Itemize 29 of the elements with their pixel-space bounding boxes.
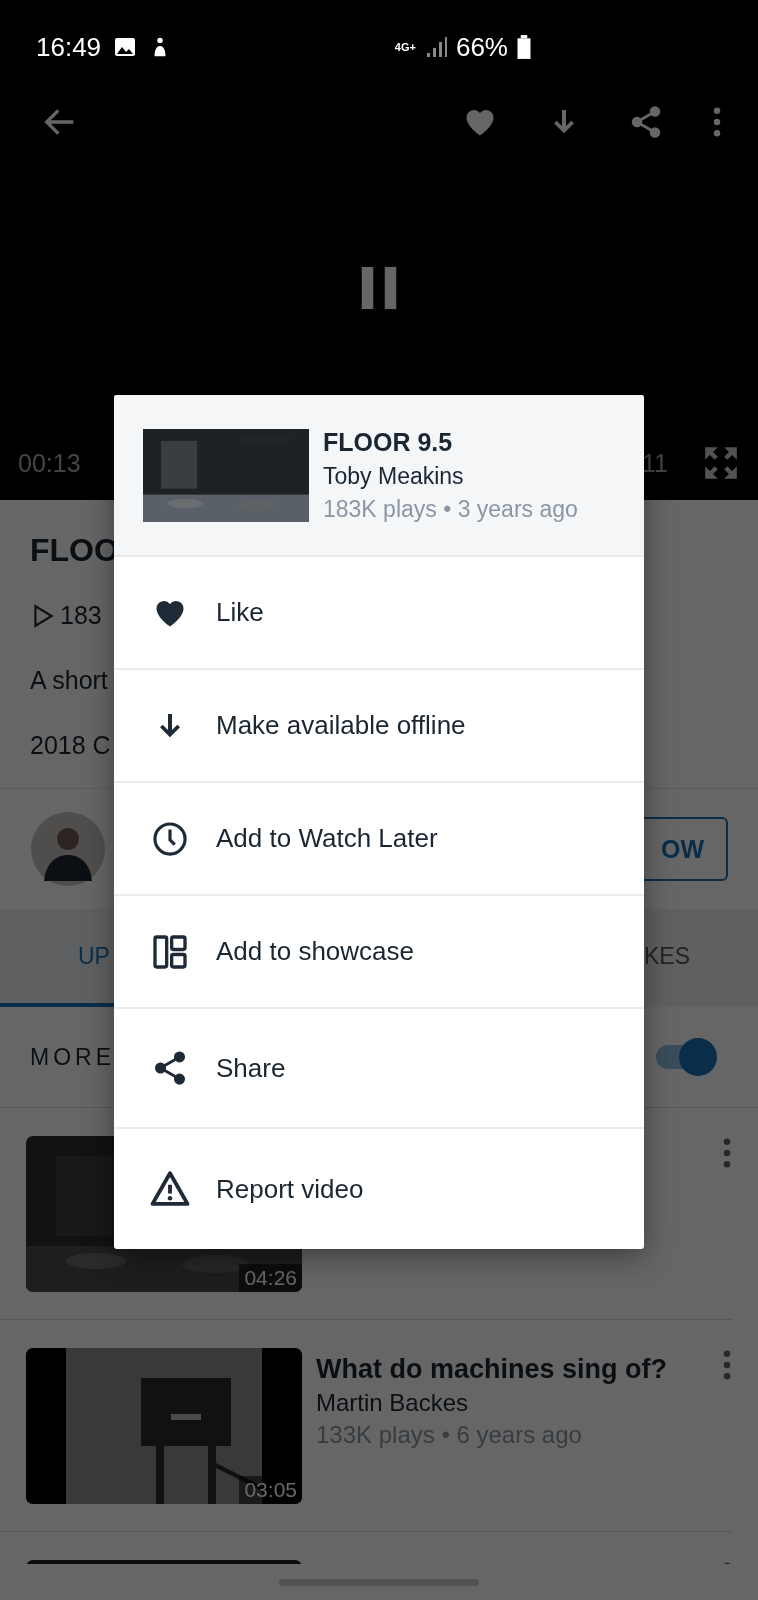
image-icon — [113, 35, 138, 59]
menu-video-title: FLOOR 9.5 — [323, 427, 454, 457]
video-description: A short — [30, 666, 108, 695]
total-time: 11 — [642, 448, 668, 478]
battery-level: 66% — [455, 31, 508, 63]
menu-video-meta: 183K plays • 3 years ago — [323, 495, 578, 523]
fullscreen-icon[interactable] — [702, 444, 740, 482]
video-credit: 2018 C — [30, 731, 111, 760]
menu-item[interactable]: Like — [114, 555, 644, 668]
autoplay-toggle[interactable] — [654, 1037, 718, 1077]
elapsed-time: 00:13 — [18, 448, 81, 478]
menu-video-author: Toby Meakins — [323, 462, 465, 490]
battery-icon — [516, 34, 532, 60]
clock-time: 16:49 — [36, 31, 102, 63]
more-icon[interactable] — [722, 1348, 732, 1382]
avatar[interactable] — [30, 811, 106, 887]
section-label: MORE — [30, 1043, 115, 1071]
video-author: Martin Backes — [316, 1389, 470, 1417]
menu-item[interactable]: Share — [114, 1007, 644, 1127]
more-icon[interactable] — [712, 105, 722, 139]
clock-icon — [151, 819, 189, 858]
more-icon[interactable] — [722, 1136, 732, 1170]
menu-item[interactable]: Add to Watch Later — [114, 781, 644, 894]
menu-item[interactable]: Make available offline — [114, 668, 644, 781]
menu-item[interactable]: Report video — [114, 1127, 644, 1249]
pause-icon[interactable] — [359, 265, 399, 311]
play-count: 183 — [60, 601, 102, 630]
menu-item[interactable]: Add to showcase — [114, 894, 644, 1007]
network-type: 4G+ — [394, 41, 416, 53]
